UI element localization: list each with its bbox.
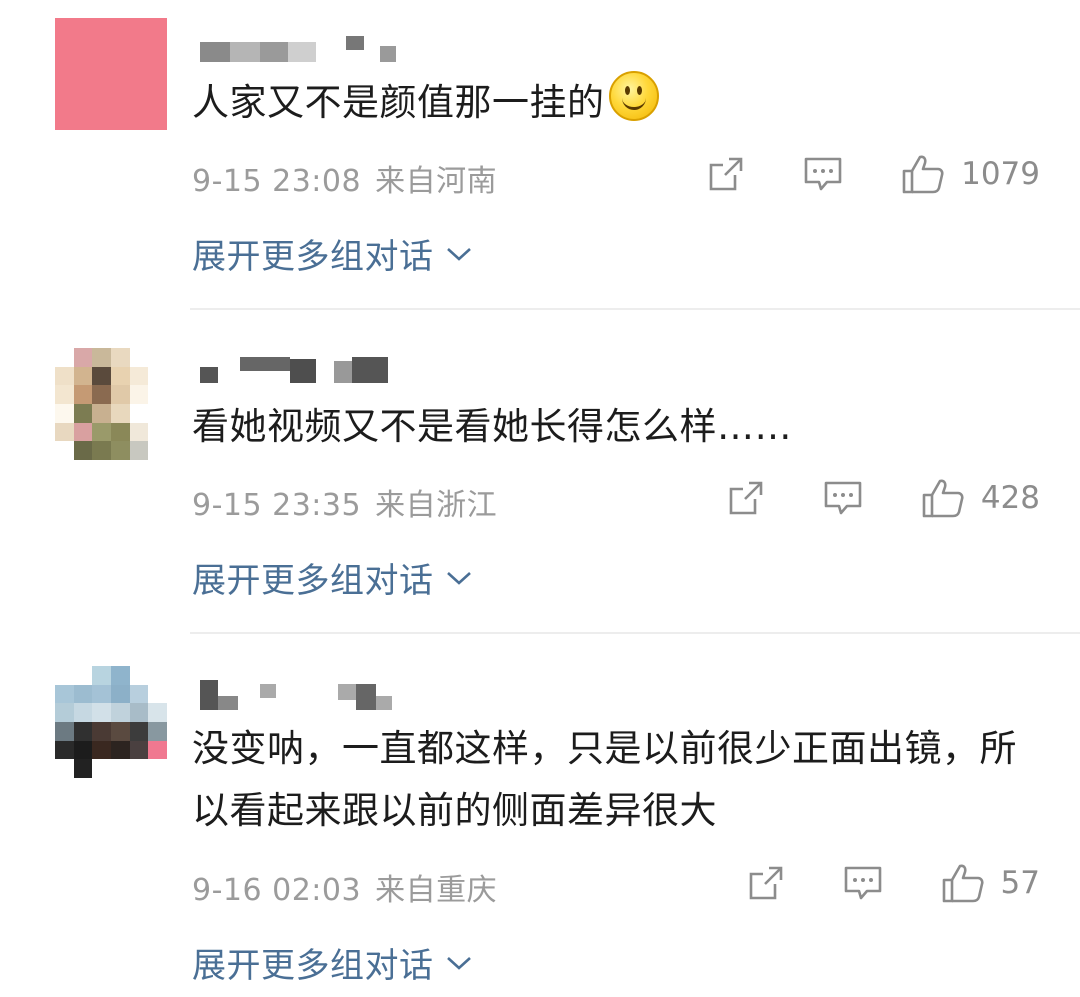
chevron-down-icon	[446, 956, 471, 970]
reply-button[interactable]	[843, 864, 883, 902]
divider	[190, 308, 1080, 310]
comment-icon	[804, 157, 842, 191]
divider	[190, 632, 1080, 634]
expand-label: 展开更多组对话	[192, 561, 434, 601]
username-blurred[interactable]	[200, 36, 396, 62]
comment-text: 没变呐，一直都这样，只是以前很少正面出镜，所以看起来跟以前的侧面差异很大	[192, 718, 1032, 842]
reply-button[interactable]	[823, 479, 863, 517]
comment-meta: 9-15 23:08 来自河南	[192, 156, 497, 200]
share-icon	[729, 481, 763, 515]
like-count: 428	[980, 480, 1040, 516]
like-button[interactable]: 57	[941, 862, 1040, 904]
share-button[interactable]	[727, 479, 765, 517]
username-blurred[interactable]	[200, 680, 392, 710]
comment-actions: 1079	[707, 153, 1040, 195]
comment-text: 看她视频又不是看她长得怎么样……	[192, 396, 1032, 458]
comment-meta: 9-15 23:35 来自浙江	[192, 480, 497, 524]
expand-conversation-link[interactable]: 展开更多组对话	[192, 553, 472, 602]
expand-label: 展开更多组对话	[192, 946, 434, 986]
comment-location: 来自浙江	[375, 488, 498, 523]
expand-label: 展开更多组对话	[192, 237, 434, 277]
comment-text-content: 看她视频又不是看她长得怎么样……	[192, 405, 792, 448]
reply-button[interactable]	[803, 155, 843, 193]
expand-conversation-link[interactable]: 展开更多组对话	[192, 229, 472, 278]
thumbs-up-icon	[922, 479, 964, 518]
share-button[interactable]	[707, 155, 745, 193]
smile-emoji-icon	[608, 71, 659, 121]
comment-date: 9-16 02:03	[192, 873, 362, 908]
like-button[interactable]: 1079	[901, 153, 1040, 195]
comment-date: 9-15 23:08	[192, 164, 362, 199]
thumbs-up-icon	[942, 864, 984, 903]
comment-icon	[824, 481, 862, 515]
avatar[interactable]	[55, 18, 167, 130]
avatar[interactable]	[55, 348, 167, 460]
like-count: 1079	[961, 156, 1040, 192]
comment-meta: 9-16 02:03 来自重庆	[192, 865, 497, 909]
share-icon	[709, 157, 743, 191]
chevron-down-icon	[446, 247, 471, 261]
avatar[interactable]	[55, 666, 167, 778]
share-icon	[749, 866, 782, 900]
comment-location: 来自重庆	[375, 873, 498, 908]
chevron-down-icon	[446, 571, 471, 585]
comment-text-content: 人家又不是颜值那一挂的	[192, 81, 605, 124]
like-count: 57	[1000, 865, 1040, 901]
comment-actions: 57	[747, 862, 1040, 904]
username-blurred[interactable]	[200, 357, 388, 383]
comment-text: 人家又不是颜值那一挂的	[192, 71, 1032, 134]
comment-date: 9-15 23:35	[192, 488, 362, 523]
comment-text-content: 没变呐，一直都这样，只是以前很少正面出镜，所以看起来跟以前的侧面差异很大	[192, 727, 1017, 832]
share-button[interactable]	[747, 864, 785, 902]
thumbs-up-icon	[902, 155, 944, 194]
expand-conversation-link[interactable]: 展开更多组对话	[192, 938, 472, 987]
comment-location: 来自河南	[375, 164, 498, 199]
like-button[interactable]: 428	[921, 477, 1040, 519]
comment-actions: 428	[727, 477, 1040, 519]
comment-icon	[844, 866, 881, 900]
